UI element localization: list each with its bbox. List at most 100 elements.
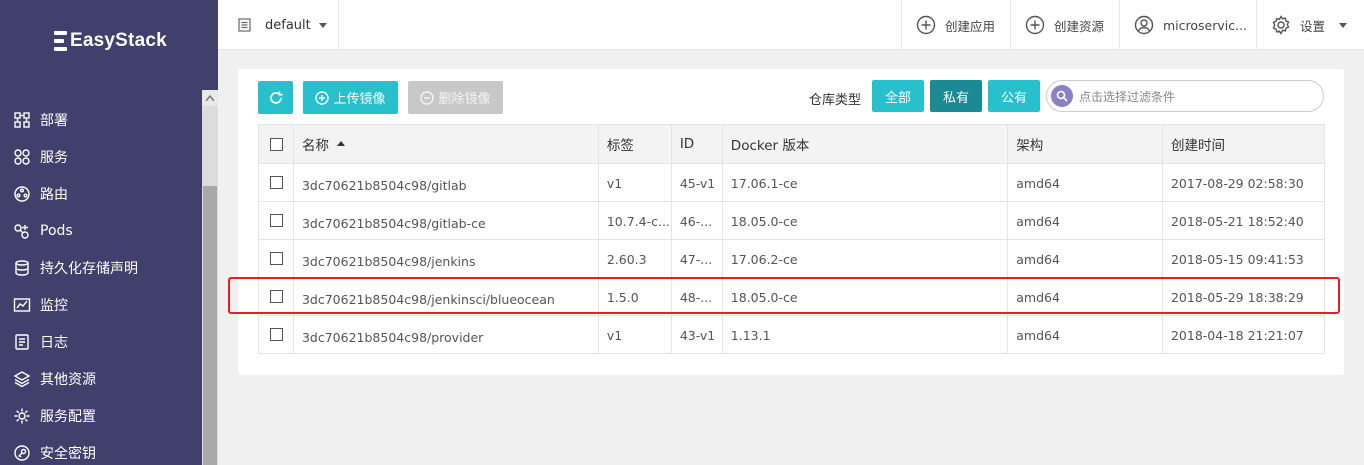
row-checkbox[interactable] — [270, 214, 283, 227]
column-docker-header: Docker 版本 — [721, 124, 1009, 164]
plus-circle-icon — [1025, 15, 1045, 35]
created-time: 2018-04-18 21:21:07 — [1161, 315, 1326, 354]
image-name[interactable]: 3dc70621b8504c98/gitlab — [292, 163, 599, 202]
sidebar-item-route[interactable]: 路由 — [0, 175, 202, 212]
create-resource-label: 创建资源 — [1054, 18, 1105, 34]
filter-search-input[interactable]: 点击选择过滤条件 — [1046, 80, 1324, 112]
image-id: 45-v1 — [670, 163, 723, 202]
image-name[interactable]: 3dc70621b8504c98/gitlab-ce — [292, 201, 599, 240]
config-icon — [14, 408, 30, 423]
table-row[interactable]: 3dc70621b8504c98/gitlab v1 45-v1 17.06.1… — [258, 163, 1326, 202]
sidebar-item-label: 监控 — [40, 297, 68, 314]
image-name[interactable]: 3dc70621b8504c98/provider — [292, 315, 599, 354]
filter-private-button[interactable]: 私有 — [930, 80, 982, 112]
sidebar-item-storage[interactable]: 持久化存储声明 — [0, 249, 202, 286]
row-checkbox[interactable] — [270, 176, 283, 189]
sidebar-item-label: 日志 — [40, 334, 68, 351]
column-name-header[interactable]: 名称 — [292, 124, 599, 164]
architecture: amd64 — [1007, 315, 1163, 354]
delete-image-label: 删除镜像 — [438, 92, 491, 107]
logo[interactable]: EasyStack — [54, 28, 167, 54]
architecture: amd64 — [1007, 201, 1163, 240]
sidebar-item-label: 持久化存储声明 — [40, 260, 138, 277]
column-id-header: ID — [670, 124, 723, 164]
create-app-label: 创建应用 — [945, 18, 996, 34]
docker-version: 17.06.1-ce — [721, 163, 1009, 202]
image-id: 46-... — [670, 201, 723, 240]
table-row[interactable]: 3dc70621b8504c98/jenkins 2.60.3 47-... 1… — [258, 239, 1326, 278]
architecture: amd64 — [1007, 163, 1163, 202]
settings-menu[interactable]: 设置 — [1256, 0, 1364, 50]
create-app-button[interactable]: 创建应用 — [901, 0, 1010, 50]
sidebar-item-monitor[interactable]: 监控 — [0, 286, 202, 323]
sidebar-scrollbar[interactable] — [202, 90, 218, 465]
image-tag: 2.60.3 — [597, 239, 672, 278]
sidebar-item-service[interactable]: 服务 — [0, 138, 202, 175]
layers-icon — [13, 370, 31, 387]
pods-icon — [14, 223, 29, 239]
brand-name: EasyStack — [70, 30, 167, 51]
minus-circle-icon — [420, 90, 435, 105]
image-tag: 10.7.4-c... — [597, 201, 672, 240]
select-all-checkbox[interactable] — [270, 137, 283, 151]
table-row[interactable]: 3dc70621b8504c98/jenkinsci/blueocean 1.5… — [258, 277, 1326, 316]
deployment-icon — [14, 111, 30, 128]
column-created-header: 创建时间 — [1161, 124, 1326, 164]
scrollbar-thumb[interactable] — [203, 186, 217, 465]
user-menu[interactable]: microservic... — [1119, 0, 1256, 50]
sidebar-item-label: 服务 — [40, 149, 68, 166]
architecture: amd64 — [1007, 277, 1163, 316]
search-icon — [1051, 85, 1073, 107]
namespace-selector[interactable]: default — [218, 0, 339, 50]
gear-icon — [1272, 15, 1290, 35]
sidebar-item-pods[interactable]: Pods — [0, 212, 202, 249]
table-row[interactable]: 3dc70621b8504c98/gitlab-ce 10.7.4-c... 4… — [258, 201, 1326, 240]
sidebar-item-label: 部署 — [40, 112, 68, 129]
sort-ascending-icon — [336, 140, 345, 146]
sidebar-item-label: Pods — [40, 222, 73, 239]
search-placeholder: 点击选择过滤条件 — [1079, 89, 1176, 104]
filter-all-button[interactable]: 全部 — [872, 80, 924, 112]
filter-public-button[interactable]: 公有 — [988, 80, 1040, 112]
sidebar-item-other-resources[interactable]: 其他资源 — [0, 360, 202, 397]
row-checkbox[interactable] — [270, 290, 283, 303]
created-time: 2018-05-15 09:41:53 — [1161, 239, 1326, 278]
delete-image-button[interactable]: 删除镜像 — [408, 81, 503, 114]
sidebar-nav: 部署 服务 路由 Pods 持久化存储声明 监控 日志 其他资源 服务配置 安全… — [0, 101, 202, 465]
docker-version: 18.05.0-ce — [721, 277, 1009, 316]
sidebar: EasyStack 部署 服务 路由 Pods 持久化存储声明 监控 日志 其他… — [0, 0, 218, 465]
refresh-icon — [269, 91, 283, 104]
sidebar-item-service-config[interactable]: 服务配置 — [0, 397, 202, 434]
created-time: 2017-08-29 02:58:30 — [1161, 163, 1326, 202]
image-id: 47-... — [670, 239, 723, 278]
key-icon — [14, 444, 30, 461]
monitor-icon — [13, 297, 31, 312]
image-tag: 1.5.0 — [597, 277, 672, 316]
created-time: 2018-05-29 18:38:29 — [1161, 277, 1326, 316]
architecture: amd64 — [1007, 239, 1163, 278]
user-icon — [1134, 15, 1154, 35]
column-tag-header: 标签 — [597, 124, 672, 164]
scroll-up-arrow-icon[interactable] — [202, 90, 218, 106]
repo-type-label: 仓库类型 — [809, 93, 862, 108]
sidebar-item-deployment[interactable]: 部署 — [0, 101, 202, 138]
upload-image-button[interactable]: 上传镜像 — [303, 81, 398, 114]
table-row[interactable]: 3dc70621b8504c98/provider v1 43-v1 1.13.… — [258, 315, 1326, 354]
log-icon — [15, 333, 29, 350]
settings-label: 设置 — [1300, 18, 1326, 34]
image-name[interactable]: 3dc70621b8504c98/jenkinsci/blueocean — [292, 277, 599, 316]
image-name[interactable]: 3dc70621b8504c98/jenkins — [292, 239, 599, 278]
docker-version: 1.13.1 — [721, 315, 1009, 354]
row-checkbox[interactable] — [270, 252, 283, 265]
chevron-down-icon — [1339, 22, 1348, 28]
refresh-button[interactable] — [258, 81, 293, 114]
top-bar: default 创建应用 创建资源 microservic... 设置 — [218, 0, 1364, 50]
easystack-logo-icon — [54, 28, 68, 54]
created-time: 2018-05-21 18:52:40 — [1161, 201, 1326, 240]
sidebar-item-label: 服务配置 — [40, 408, 96, 425]
row-checkbox[interactable] — [270, 328, 283, 341]
sidebar-item-log[interactable]: 日志 — [0, 323, 202, 360]
plus-circle-icon — [916, 15, 936, 35]
sidebar-item-secret-key[interactable]: 安全密钥 — [0, 434, 202, 465]
create-resource-button[interactable]: 创建资源 — [1010, 0, 1119, 50]
